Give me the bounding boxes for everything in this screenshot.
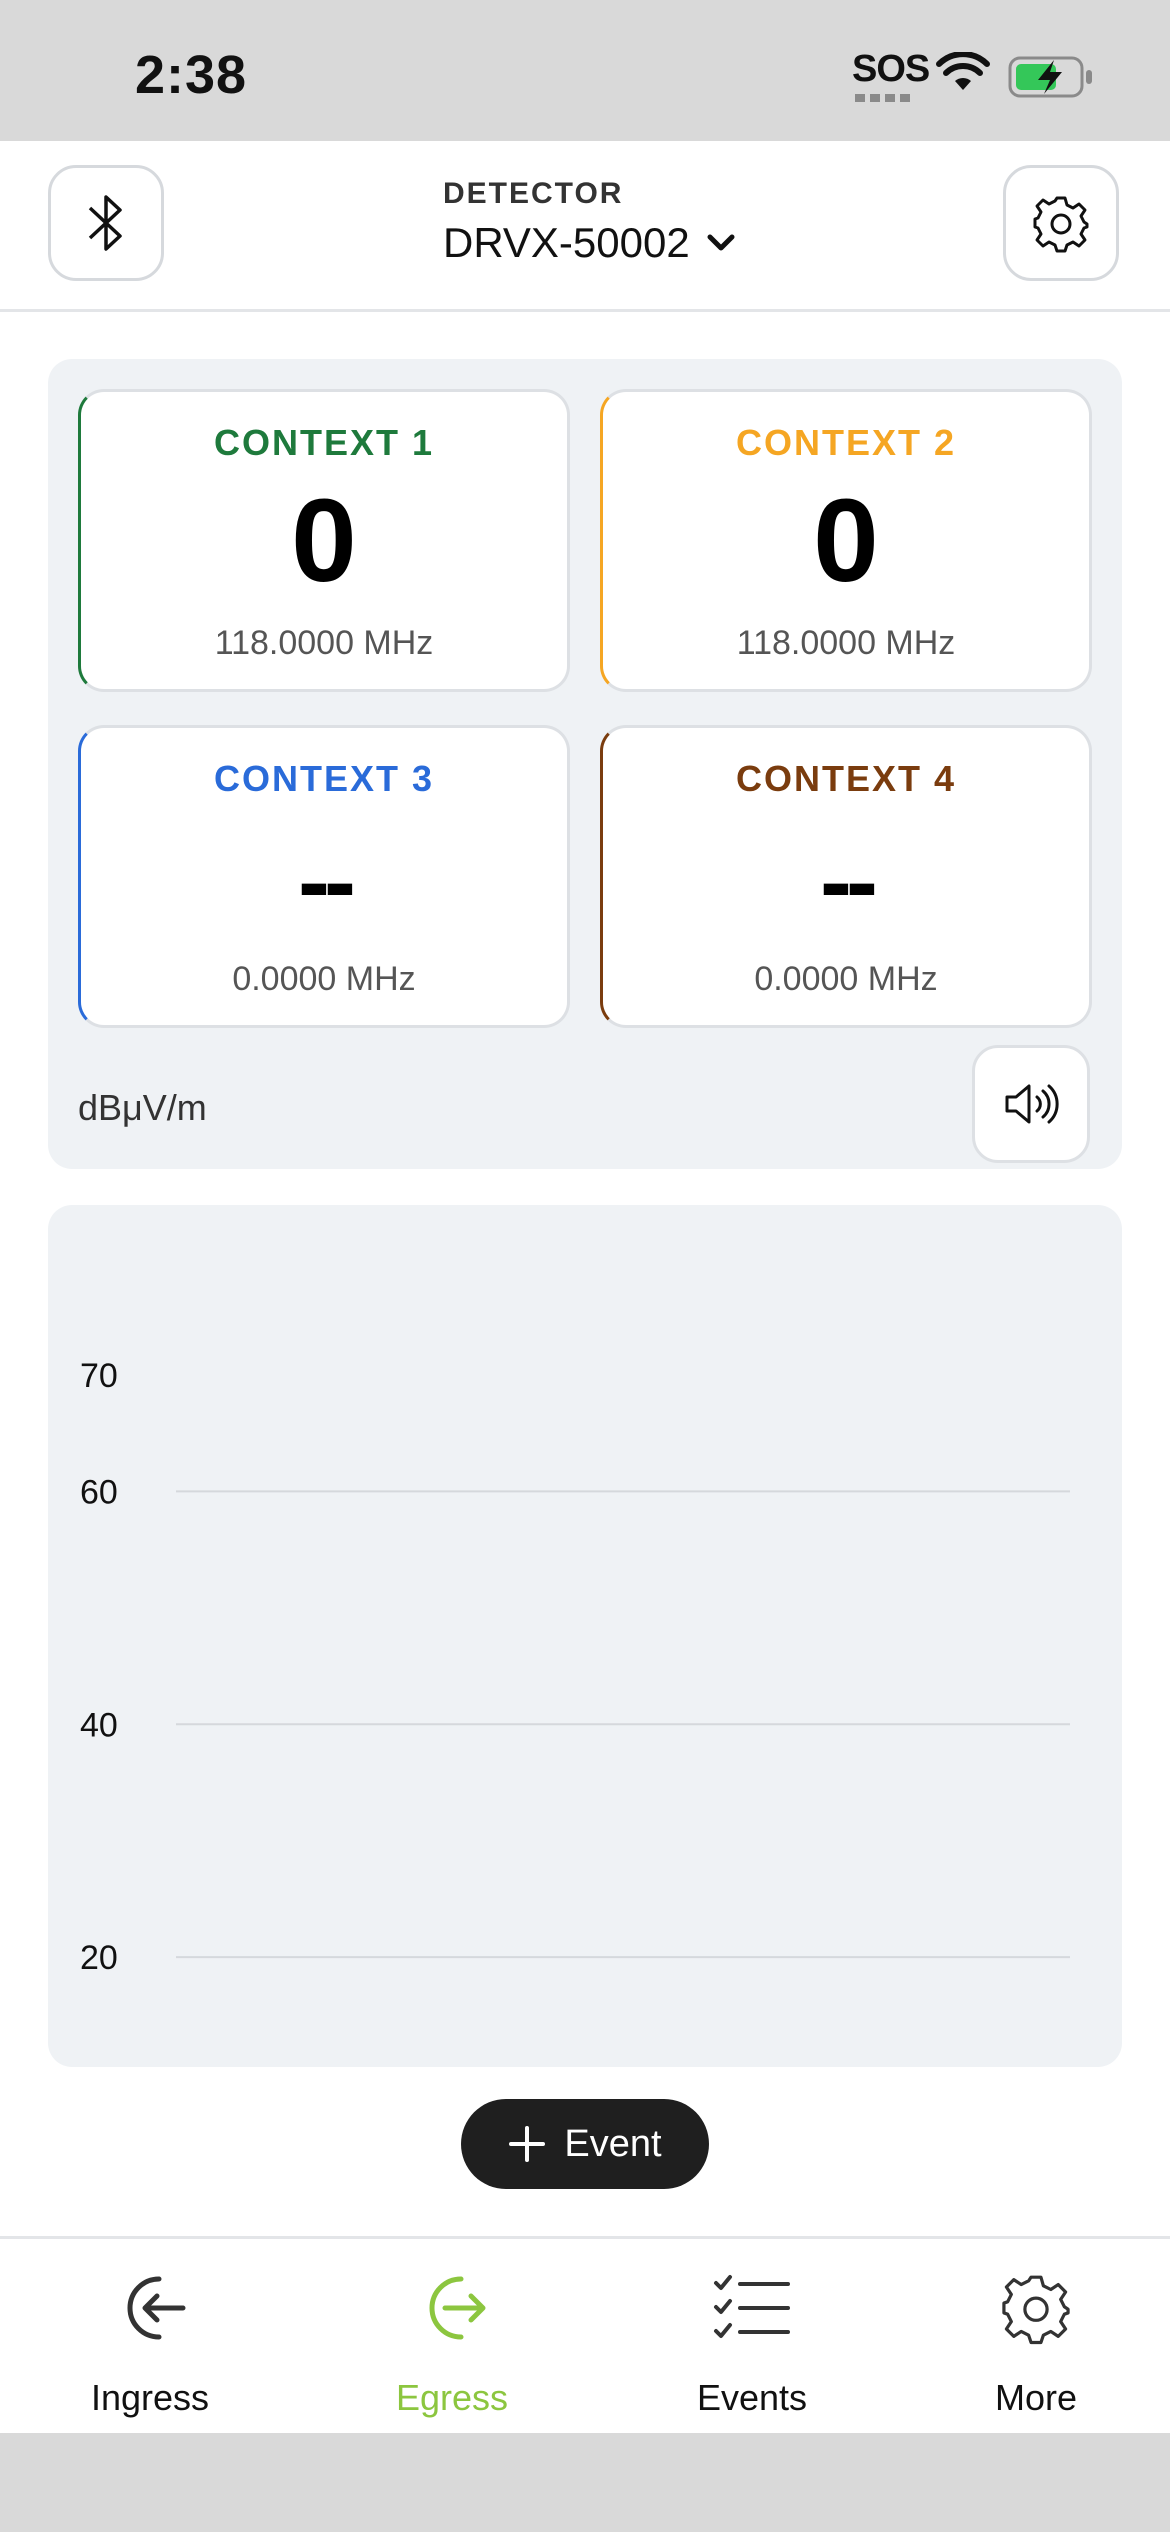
y-tick-label: 70 (80, 1357, 118, 1395)
plus-icon (509, 2126, 546, 2162)
tab-more[interactable]: More (890, 2239, 1170, 2433)
add-event-button[interactable]: Event (461, 2099, 709, 2189)
y-tick-label: 40 (80, 1706, 118, 1744)
bluetooth-icon (88, 195, 122, 251)
context-card-1[interactable]: CONTEXT 1 0 118.0000 MHz (78, 389, 570, 692)
settings-button[interactable] (1003, 165, 1119, 281)
context-value: 0 (813, 475, 879, 607)
detector-selector[interactable]: DRVX-50002 (443, 219, 690, 267)
context-frequency: 118.0000 MHz (214, 624, 434, 662)
tab-bar: Ingress Egress Events More (0, 2236, 1170, 2433)
wifi-icon (936, 52, 990, 90)
app-screen: DETECTOR DRVX-50002 CONTEXT 1 0 118.0000… (0, 141, 1170, 2433)
level-chart: 020406070 (48, 1205, 1122, 2067)
context-card-2[interactable]: CONTEXT 2 0 118.0000 MHz (600, 389, 1092, 692)
chart-svg: 020406070 (80, 1357, 1070, 1977)
context-value: -- (820, 828, 878, 935)
context-title: CONTEXT 3 (213, 758, 435, 799)
tab-egress[interactable]: Egress (306, 2239, 598, 2433)
context-card-4[interactable]: CONTEXT 4 -- 0.0000 MHz (600, 725, 1092, 1028)
egress-icon (429, 2276, 486, 2340)
add-event-label: Event (564, 2122, 662, 2165)
sos-indicator: SOS (852, 48, 930, 90)
header: DETECTOR DRVX-50002 (0, 141, 1170, 312)
tab-ingress[interactable]: Ingress (4, 2239, 296, 2433)
gear-icon (1033, 196, 1089, 253)
unit-label: dBμV/m (78, 1087, 207, 1128)
context-title: CONTEXT 2 (735, 422, 957, 463)
context-value: 0 (291, 475, 357, 607)
speaker-icon (1005, 1084, 1059, 1124)
tab-label: Egress (395, 2377, 509, 2418)
y-tick-label: 20 (80, 1939, 118, 1977)
y-tick-label: 60 (80, 1473, 118, 1511)
status-bar: 2:38 SOS (0, 0, 1170, 141)
tab-label: Ingress (90, 2377, 210, 2418)
context-panel: CONTEXT 1 0 118.0000 MHz CONTEXT 2 0 118… (48, 359, 1122, 1169)
context-card-3[interactable]: CONTEXT 3 -- 0.0000 MHz (78, 725, 570, 1028)
context-frequency: 118.0000 MHz (736, 624, 956, 662)
status-time: 2:38 (135, 45, 248, 105)
battery-charging-icon (1008, 56, 1092, 98)
context-title: CONTEXT 4 (735, 758, 957, 799)
tab-label: More (994, 2377, 1078, 2418)
context-title: CONTEXT 1 (213, 422, 435, 463)
detector-label: DETECTOR (443, 177, 624, 210)
bluetooth-button[interactable] (48, 165, 164, 281)
chevron-down-icon[interactable] (706, 233, 736, 253)
tab-label: Events (696, 2377, 808, 2418)
audio-button[interactable] (972, 1045, 1090, 1163)
tab-events[interactable]: Events (606, 2239, 898, 2433)
context-frequency: 0.0000 MHz (232, 960, 416, 998)
context-value: -- (298, 828, 356, 935)
ingress-icon (127, 2276, 186, 2340)
context-frequency: 0.0000 MHz (754, 960, 938, 998)
events-list-icon (714, 2275, 790, 2338)
gear-icon (1002, 2275, 1070, 2345)
sos-signal-dots (855, 94, 911, 102)
